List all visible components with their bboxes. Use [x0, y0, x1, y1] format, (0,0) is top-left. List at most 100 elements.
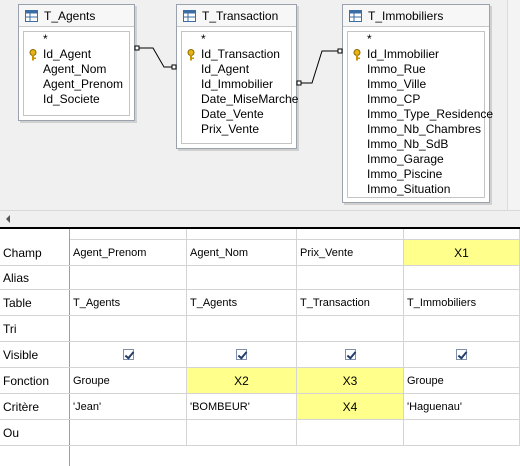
grid-cell-fonction[interactable]: X2	[187, 368, 297, 394]
field-item[interactable]: Id_Immobilier	[182, 77, 291, 92]
row-label-fonction: Fonction	[0, 368, 70, 394]
row-label-alias: Alias	[0, 266, 70, 290]
grid-cell-visible[interactable]	[187, 342, 297, 368]
grid-cell-alias[interactable]	[297, 266, 404, 290]
field-label: Id_Agent	[43, 47, 92, 61]
field-item[interactable]: *	[182, 32, 291, 47]
row-label-tri: Tri	[0, 316, 70, 342]
key-icon	[187, 49, 195, 61]
column-header[interactable]	[70, 229, 187, 240]
table-icon	[183, 9, 196, 22]
field-list[interactable]: * Id_Immobilier Immo_Rue Immo_Ville Immo…	[347, 31, 493, 198]
field-item[interactable]: Immo_CP	[348, 92, 484, 107]
field-item[interactable]: Immo_Situation	[348, 182, 484, 197]
diagram-vertical-scrollbar[interactable]	[507, 0, 520, 210]
grid-cell-champ[interactable]: Agent_Prenom	[70, 240, 187, 266]
table-icon	[25, 9, 38, 22]
query-diagram-pane[interactable]: T_Agents * Id_Agent Agent_Nom Agent_Pren…	[0, 0, 520, 210]
grid-cell-ou[interactable]	[297, 420, 404, 446]
grid-cell-ou[interactable]	[187, 420, 297, 446]
grid-cell-table[interactable]: T_Agents	[70, 290, 187, 316]
field-item[interactable]: Agent_Prenom	[24, 77, 129, 92]
field-item[interactable]: Date_MiseMarche	[182, 92, 298, 107]
visible-checkbox[interactable]	[344, 349, 356, 360]
grid-cell-critere[interactable]: 'Haguenau'	[404, 394, 520, 420]
relationship-transaction-immobiliers	[296, 48, 343, 86]
column-header[interactable]	[297, 229, 404, 240]
field-item[interactable]: Immo_Type_Residence	[348, 107, 493, 122]
visible-checkbox[interactable]	[236, 349, 247, 360]
field-item-key[interactable]: Id_Immobilier	[348, 47, 484, 62]
field-item[interactable]: Immo_Garage	[348, 152, 484, 167]
field-item[interactable]: Id_Agent	[182, 62, 291, 77]
grid-cell-visible[interactable]	[70, 342, 187, 368]
table-box-t-agents[interactable]: T_Agents * Id_Agent Agent_Nom Agent_Pren…	[18, 4, 135, 121]
row-label-visible: Visible	[0, 342, 70, 368]
table-box-t-transaction[interactable]: T_Transaction * Id_Transaction Id_Agent …	[176, 4, 298, 149]
grid-cell-visible[interactable]	[297, 342, 404, 368]
relationship-agents-transaction	[134, 45, 177, 70]
table-icon	[349, 9, 362, 22]
row-label-champ: Champ	[0, 240, 70, 266]
table-name: T_Immobiliers	[368, 8, 444, 23]
row-label-critere: Critère	[0, 394, 70, 420]
field-item[interactable]: Id_Societe	[24, 92, 129, 107]
grid-cell-ou[interactable]	[70, 420, 187, 446]
key-icon	[353, 49, 361, 61]
field-list[interactable]: * Id_Agent Agent_Nom Agent_Prenom Id_Soc…	[23, 31, 130, 116]
field-item[interactable]: Date_Vente	[182, 107, 291, 122]
table-name: T_Agents	[44, 8, 96, 23]
grid-cell-visible[interactable]	[404, 342, 520, 368]
scroll-left-arrow-icon[interactable]	[6, 215, 10, 223]
field-item[interactable]: *	[24, 32, 129, 47]
table-title-bar[interactable]: T_Transaction	[177, 5, 296, 27]
grid-cell-alias[interactable]	[404, 266, 520, 290]
grid-cell-table[interactable]: T_Agents	[187, 290, 297, 316]
column-header[interactable]	[404, 229, 520, 240]
field-item[interactable]: Agent_Nom	[24, 62, 129, 77]
grid-cell-critere[interactable]: 'BOMBEUR'	[187, 394, 297, 420]
grid-cell-alias[interactable]	[70, 266, 187, 290]
grid-cell-alias[interactable]	[187, 266, 297, 290]
visible-checkbox[interactable]	[456, 349, 467, 360]
grid-cell-champ[interactable]: X1	[404, 240, 520, 266]
diagram-horizontal-scrollbar[interactable]	[0, 210, 520, 227]
grid-cell-ou[interactable]	[404, 420, 520, 446]
grid-cell-table[interactable]: T_Immobiliers	[404, 290, 520, 316]
field-item-key[interactable]: Id_Transaction	[182, 47, 291, 62]
query-design-grid[interactable]: Champ Alias Table Tri Visible Fonction Critère…	[0, 229, 520, 466]
grid-cell-fonction[interactable]: Groupe	[70, 368, 187, 394]
field-item[interactable]: *	[348, 32, 484, 47]
field-item[interactable]: Prix_Vente	[182, 122, 291, 137]
grid-cell-fonction[interactable]: X3	[297, 368, 404, 394]
column-header[interactable]	[187, 229, 297, 240]
grid-cell-tri[interactable]	[187, 316, 297, 342]
table-title-bar[interactable]: T_Agents	[19, 5, 134, 27]
table-name: T_Transaction	[202, 8, 279, 23]
grid-cell-tri[interactable]	[404, 316, 520, 342]
row-label-table: Table	[0, 290, 70, 316]
grid-cell-critere[interactable]: 'Jean'	[70, 394, 187, 420]
field-item[interactable]: Immo_Nb_Chambres	[348, 122, 484, 137]
field-list[interactable]: * Id_Transaction Id_Agent Id_Immobilier …	[181, 31, 298, 144]
visible-checkbox[interactable]	[122, 349, 134, 360]
grid-cell-tri[interactable]	[297, 316, 404, 342]
field-item[interactable]: Immo_Nb_SdB	[348, 137, 484, 152]
field-label: Id_Immobilier	[367, 47, 440, 61]
grid-cell-champ[interactable]: Agent_Nom	[187, 240, 297, 266]
grid-cell-champ[interactable]: Prix_Vente	[297, 240, 404, 266]
table-title-bar[interactable]: T_Immobiliers	[343, 5, 489, 27]
row-label-ou: Ou	[0, 420, 70, 446]
grid-cell-tri[interactable]	[70, 316, 187, 342]
field-item-key[interactable]: Id_Agent	[24, 47, 129, 62]
field-label: Id_Transaction	[201, 47, 280, 61]
grid-cell-fonction[interactable]: Groupe	[404, 368, 520, 394]
table-box-t-immobiliers[interactable]: T_Immobiliers * Id_Immobilier Immo_Rue I…	[342, 4, 493, 203]
field-item[interactable]: Immo_Piscine	[348, 167, 484, 182]
grid-cell-table[interactable]: T_Transaction	[297, 290, 404, 316]
row-header-column: Champ Alias Table Tri Visible Fonction Critère…	[0, 229, 70, 466]
grid-cell-critere[interactable]: X4	[297, 394, 404, 420]
field-item[interactable]: Immo_Rue	[348, 62, 484, 77]
field-item[interactable]: Immo_Ville	[348, 77, 484, 92]
key-icon	[29, 49, 37, 61]
